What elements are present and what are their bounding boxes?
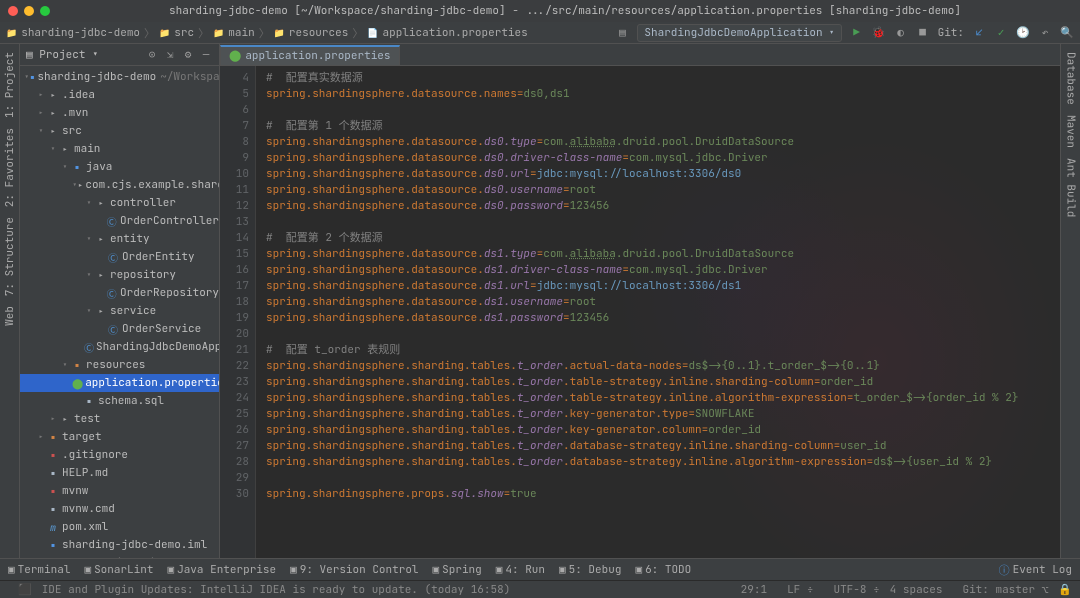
expand-all-icon[interactable]: ⇲ <box>163 48 177 62</box>
debug-icon[interactable]: 🐞 <box>872 26 886 40</box>
project-tool-window: ▤ Project ▾ ⊙ ⇲ ⚙ — ▾▪sharding-jdbc-demo… <box>20 44 220 558</box>
tree-node[interactable]: ▸▸.mvn <box>20 104 219 122</box>
close-icon[interactable] <box>8 6 18 16</box>
project-tree[interactable]: ▾▪sharding-jdbc-demo~/Workspace/sharding… <box>20 66 219 558</box>
vcs-commit-icon[interactable]: ✓ <box>994 26 1008 40</box>
tree-node[interactable]: ▪.gitignore <box>20 446 219 464</box>
toolwindow-tab[interactable]: ▣9: Version Control <box>290 563 418 577</box>
code-area[interactable]: 4567891011121314151617181920212223242526… <box>220 66 1060 558</box>
source[interactable]: # 配置真实数据源spring.shardingsphere.datasourc… <box>256 66 1060 558</box>
tree-node[interactable]: ▪sharding-jdbc-demo.iml <box>20 536 219 554</box>
traffic-lights <box>8 6 50 16</box>
zoom-icon[interactable] <box>40 6 50 16</box>
lock-icon[interactable]: 🔒 <box>1058 583 1072 597</box>
tree-node[interactable]: ▾▸service <box>20 302 219 320</box>
vcs-history-icon[interactable]: 🕑 <box>1016 26 1030 40</box>
toolwindow-tab[interactable]: ▣Terminal <box>8 563 70 577</box>
tool-tab[interactable]: Database <box>1063 48 1079 109</box>
stop-icon[interactable]: ■ <box>916 26 930 40</box>
tree-node[interactable]: ⒸOrderEntity <box>20 248 219 266</box>
editor: ⬤application.properties 4567891011121314… <box>220 44 1060 558</box>
tree-node[interactable]: ▾▸entity <box>20 230 219 248</box>
tree-node[interactable]: ⒸOrderService <box>20 320 219 338</box>
tree-node[interactable]: ⬤application.properties <box>20 374 219 392</box>
tree-node[interactable]: ▾▪resources <box>20 356 219 374</box>
tree-node[interactable]: ▾▸main <box>20 140 219 158</box>
project-view-selector[interactable]: ▤ Project ▾ <box>26 48 99 62</box>
vcs-update-icon[interactable]: ↙ <box>972 26 986 40</box>
tool-tab[interactable]: Web <box>2 302 18 330</box>
run-config-combo[interactable]: ShardingJdbcDemoApplication ▾ <box>637 24 841 42</box>
coverage-icon[interactable]: ◐ <box>894 26 908 40</box>
bottom-tool-bar: ▣Terminal ▣SonarLint ▣Java Enterprise ▣9: V… <box>0 558 1080 580</box>
tree-node[interactable]: mpom.xml <box>20 518 219 536</box>
tool-tab[interactable]: 2: Favorites <box>2 124 18 211</box>
navigation-bar: 📁sharding-jdbc-demo〉📁src〉📁main〉📁resource… <box>0 22 1080 44</box>
tree-node[interactable]: ▸▪target <box>20 428 219 446</box>
tree-node[interactable]: ▾▪sharding-jdbc-demo~/Workspace/sharding… <box>20 68 219 86</box>
tool-tab[interactable]: Ant Build <box>1063 154 1079 221</box>
tree-node[interactable]: ▸▸test <box>20 410 219 428</box>
locate-icon[interactable]: ⊙ <box>145 48 159 62</box>
tool-tab[interactable]: 7: Structure <box>2 213 18 300</box>
editor-tabs: ⬤application.properties <box>220 44 1060 66</box>
left-tool-strip: 1: Project 2: Favorites 7: Structure Web <box>0 44 20 558</box>
line-separator[interactable]: LF ÷ <box>777 583 813 597</box>
tree-node[interactable]: ▪schema.sql <box>20 392 219 410</box>
search-everywhere-icon[interactable]: 🔍 <box>1060 26 1074 40</box>
tab-application-properties[interactable]: ⬤application.properties <box>220 45 400 65</box>
tool-tab[interactable]: 1: Project <box>2 48 18 122</box>
tree-node[interactable]: ⒸOrderController <box>20 212 219 230</box>
breadcrumb[interactable]: 📁sharding-jdbc-demo〉📁src〉📁main〉📁resource… <box>6 25 528 41</box>
toolwindow-tab[interactable]: ▣Spring <box>433 563 482 577</box>
hide-icon[interactable]: — <box>199 48 213 62</box>
gutter: 4567891011121314151617181920212223242526… <box>220 66 256 558</box>
status-message[interactable]: IDE and Plugin Updates: IntelliJ IDEA is… <box>42 583 511 597</box>
caret-position[interactable]: 29:1 <box>741 583 767 597</box>
tree-node[interactable]: ▪mvnw <box>20 482 219 500</box>
tree-node[interactable]: ▾▪java <box>20 158 219 176</box>
tree-node[interactable]: ▾▸repository <box>20 266 219 284</box>
toolwindow-tab[interactable]: ▣SonarLint <box>84 563 153 577</box>
tree-node[interactable]: ▾▸src <box>20 122 219 140</box>
status-bar: ⬛ IDE and Plugin Updates: IntelliJ IDEA … <box>0 580 1080 598</box>
tree-node[interactable]: ▪HELP.md <box>20 464 219 482</box>
toolwindow-tab[interactable]: ▣4: Run <box>496 563 545 577</box>
tree-node[interactable]: ▾▸controller <box>20 194 219 212</box>
titlebar: sharding-jdbc-demo [~/Workspace/sharding… <box>0 0 1080 22</box>
toolwindow-tab[interactable]: ▣Java Enterprise <box>167 563 276 577</box>
tree-node[interactable]: ▪mvnw.cmd <box>20 500 219 518</box>
tree-node[interactable]: ▸▸.idea <box>20 86 219 104</box>
toolwindow-tab[interactable]: ▣6: TODO <box>635 563 691 577</box>
tree-node[interactable]: ⒸOrderRepository <box>20 284 219 302</box>
vcs-revert-icon[interactable]: ↶ <box>1038 26 1052 40</box>
tool-tab[interactable]: Maven <box>1063 111 1079 152</box>
git-label: Git: <box>938 26 964 40</box>
run-icon[interactable]: ▶ <box>850 26 864 40</box>
encoding[interactable]: UTF-8 ÷ <box>823 583 879 597</box>
toolwindow-tab[interactable]: ▣5: Debug <box>559 563 621 577</box>
git-branch[interactable]: Git: master ⌥ <box>952 583 1048 597</box>
right-tool-strip: Database Maven Ant Build <box>1060 44 1080 558</box>
tree-node[interactable]: ⒸShardingJdbcDemoApplication <box>20 338 219 356</box>
event-log[interactable]: ⓘEvent Log <box>999 562 1072 578</box>
tree-node[interactable]: ▾▸com.cjs.example.shardingjdbc <box>20 176 219 194</box>
indent[interactable]: 4 spaces <box>890 583 943 597</box>
gear-icon[interactable]: ⚙ <box>181 48 195 62</box>
build-icon[interactable]: ▤ <box>615 26 629 40</box>
window-title: sharding-jdbc-demo [~/Workspace/sharding… <box>58 4 1072 18</box>
minimize-icon[interactable] <box>24 6 34 16</box>
